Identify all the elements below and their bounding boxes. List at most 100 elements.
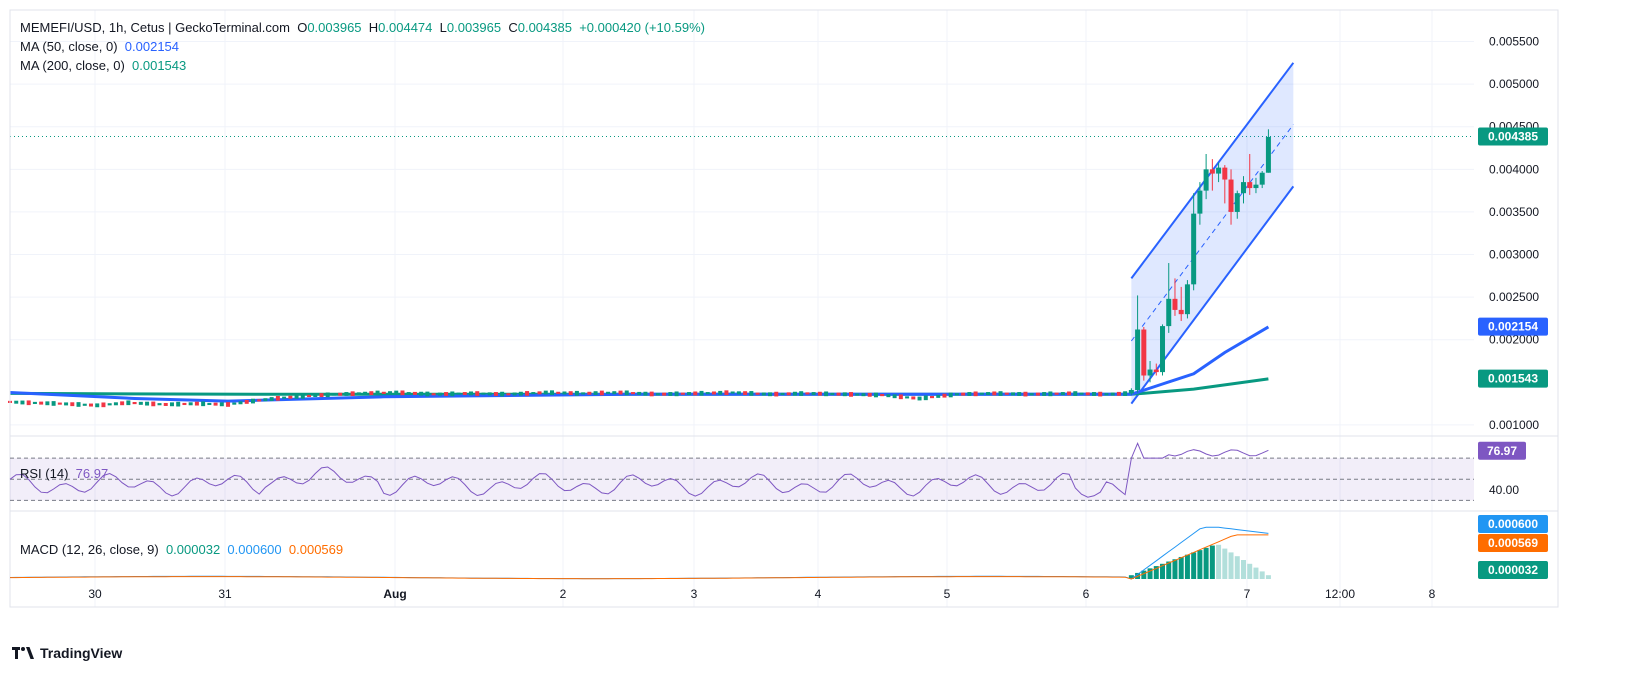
price-candle	[269, 397, 274, 401]
price-candle	[886, 394, 891, 398]
price-candle	[923, 395, 928, 401]
price-candle	[512, 392, 517, 396]
price-candle	[500, 391, 505, 397]
price-candle	[911, 396, 916, 400]
rsi-pane: 76.97 40.00	[9, 441, 1526, 501]
price-candle	[961, 392, 966, 396]
macd-histogram-bar	[1222, 548, 1228, 579]
price-candle	[817, 391, 822, 396]
price-candle	[169, 402, 174, 407]
chart-frame	[9, 9, 1559, 608]
price-candle	[157, 403, 162, 406]
close-label: C	[508, 20, 518, 35]
price-candle	[587, 391, 592, 395]
candle-body	[1166, 298, 1172, 327]
price-candle	[786, 392, 791, 396]
price-candle	[1079, 392, 1084, 395]
macd-histogram-bar	[1234, 556, 1240, 579]
price-candle	[282, 396, 287, 399]
price-candle	[518, 391, 523, 396]
price-candle	[1023, 391, 1028, 397]
price-candle	[936, 394, 941, 398]
price-candle	[163, 402, 168, 406]
open-label: O	[297, 20, 308, 35]
price-candle	[693, 391, 698, 396]
price-candle	[599, 390, 604, 396]
price-candle	[1104, 393, 1109, 396]
price-candle	[774, 391, 779, 397]
price-candle	[792, 391, 797, 396]
brand-logo[interactable]: TradingView	[12, 645, 122, 661]
price-candle	[388, 391, 393, 395]
price-candle	[699, 390, 704, 396]
price-candle	[711, 391, 716, 395]
price-candle	[880, 394, 885, 397]
x-tick-label: 5	[944, 587, 951, 601]
ma200-label: MA (200, close, 0)	[20, 58, 125, 73]
price-candle	[244, 400, 249, 404]
y-tick-label: 0.003500	[1489, 205, 1539, 219]
ma50-value: 0.002154	[124, 39, 180, 54]
price-candle	[70, 402, 75, 407]
price-candle	[76, 402, 81, 407]
price-candle	[618, 390, 623, 395]
price-candle	[506, 393, 511, 396]
price-candle	[861, 393, 866, 397]
price-candle	[531, 392, 536, 395]
low-label: L	[439, 20, 447, 35]
macd-histogram-bar	[1209, 545, 1215, 579]
x-tick-label: 2	[560, 587, 567, 601]
price-candle	[475, 391, 480, 396]
price-candle	[705, 392, 710, 395]
price-candle	[992, 391, 997, 396]
x-tick-label: 7	[1244, 587, 1251, 601]
candle-body	[1203, 169, 1209, 191]
x-tick-label: 6	[1083, 587, 1090, 601]
price-candle	[145, 401, 150, 406]
rsi-label: RSI (14)	[20, 466, 69, 481]
symbol-legend: MEMEFI/USD, 1h, Cetus | GeckoTerminal.co…	[20, 19, 705, 37]
price-candle	[194, 401, 199, 406]
price-candle	[1110, 392, 1115, 396]
regression-channel	[1130, 62, 1295, 405]
price-candle	[979, 392, 984, 395]
price-candle	[799, 391, 804, 396]
macd-histogram-bar	[1197, 550, 1203, 579]
price-candle	[1123, 391, 1128, 396]
price-candle	[232, 402, 237, 405]
price-candle	[444, 392, 449, 396]
price-candle	[805, 392, 810, 395]
rsi-legend: RSI (14) 76.97	[20, 465, 108, 483]
candle-body	[1153, 369, 1159, 373]
price-candle	[425, 391, 430, 397]
price-candle	[338, 392, 343, 396]
price-candle	[331, 393, 336, 396]
price-candle	[1042, 392, 1047, 396]
price-candle	[687, 392, 692, 396]
price-candle	[26, 400, 31, 406]
macd-line-value: 0.000600	[227, 542, 282, 557]
price-candle	[525, 391, 530, 396]
price-candle	[120, 401, 125, 406]
macd-histogram-bar	[1259, 571, 1265, 579]
price-candle	[344, 392, 349, 396]
macd-hist-value: 0.000032	[165, 542, 221, 557]
x-tick-label: 31	[218, 587, 232, 601]
price-candle	[419, 391, 424, 396]
price-candle	[126, 400, 131, 406]
rsi-tag: 76.97	[1487, 444, 1517, 458]
y-tick-label: 0.002500	[1489, 290, 1539, 304]
price-candle	[1010, 392, 1015, 396]
price-candle	[849, 392, 854, 397]
price-candle	[356, 392, 361, 395]
price-candle	[593, 391, 598, 396]
price-candle	[736, 391, 741, 395]
symbol-line: MEMEFI/USD, 1h, Cetus | GeckoTerminal.co…	[20, 20, 290, 35]
price-candle	[743, 391, 748, 396]
candle-body	[1222, 167, 1228, 180]
candle-body	[1141, 329, 1147, 376]
price-candle	[917, 396, 922, 401]
price-candle	[948, 392, 953, 398]
price-candle	[549, 390, 554, 396]
price-candle	[1085, 392, 1090, 396]
